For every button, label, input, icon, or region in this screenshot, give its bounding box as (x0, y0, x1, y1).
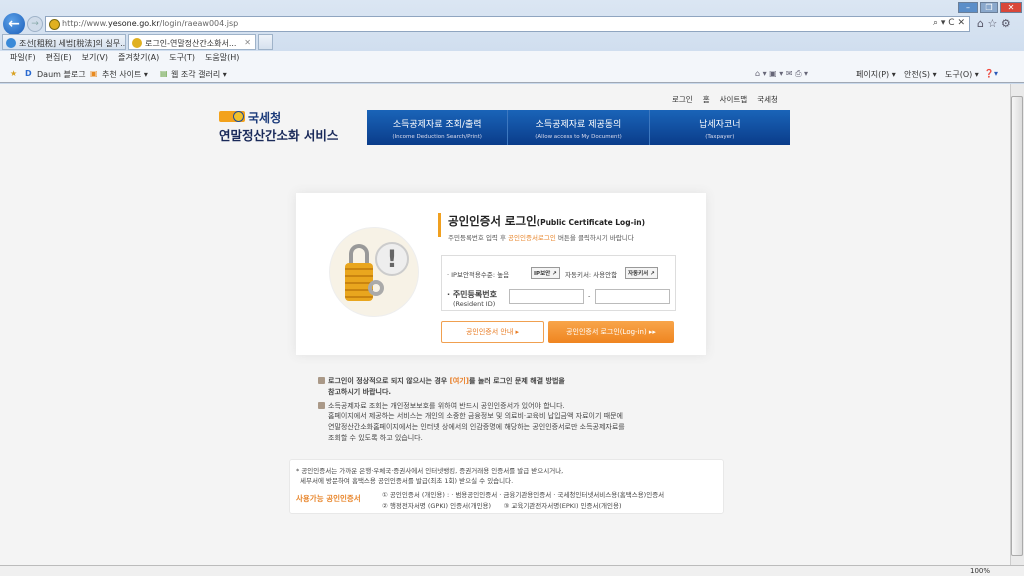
nav-income-deduction-search[interactable]: 소득공제자료 조회/출력 (Income Deduction Search/Pri… (367, 110, 509, 145)
menu-favorites[interactable]: 즐겨찾기(A) (118, 53, 159, 62)
nav-label: 소득공제자료 조회/출력 (392, 120, 482, 130)
keyboard-security-label: 자동키서: 사용안함 (565, 271, 618, 279)
menu-help[interactable]: 도움말(H) (205, 53, 239, 62)
menu-edit[interactable]: 편집(E) (46, 53, 72, 62)
note-privacy-l2: 홈페이지에서 제공하는 서비스는 개인의 소중한 금융정보 및 의료비·교육비 … (328, 412, 623, 420)
usable-certificates-2: ② 행정전자서명 (GPKI) 인증서(개인용) ③ 교육기관전자서명(EPKI… (382, 502, 622, 510)
cmd-tools[interactable]: 도구(O) ▾ (945, 69, 979, 80)
fav-suggested-sites[interactable]: 추천 사이트 ▾ (102, 69, 148, 80)
note-privacy-l4: 조회할 수 있도록 하고 있습니다. (328, 434, 423, 442)
nav-label: 소득공제자료 제공동의 (535, 120, 622, 130)
minimize-button[interactable]: – (958, 2, 978, 13)
help-icon[interactable]: ❓▾ (984, 69, 998, 78)
link-home[interactable]: 홈 (703, 95, 710, 104)
address-bar[interactable]: http://www.yesone.go.kr/login/raeaw004.j… (45, 16, 970, 32)
favorites-bar: ★ D Daum 블로그 ▣ 추천 사이트 ▾ ▤ 웹 조각 갤러리 ▾ ⌂ ▾… (0, 65, 1024, 83)
web-slice-icon: ▤ (160, 69, 168, 78)
certificate-login-button[interactable]: 공인인증서 로그인(Log-in) ▸▸ (548, 321, 674, 343)
tab-2-active[interactable]: 로그인-연말정산간소화서... ✕ (128, 34, 256, 50)
search-refresh-stop-icons[interactable]: ⌕ ▾ C ✕ (933, 18, 965, 28)
cmd-home-feed-mail-print-icons[interactable]: ⌂ ▾ ▣ ▾ ✉ ⎙ ▾ (755, 69, 808, 79)
info-line-2: 세무서에 방문하여 홈택스용 공인인증서를 발급(최초 1회) 받으실 수 있습… (300, 477, 514, 485)
keyboard-security-button[interactable]: 자동키서 ↗ (625, 267, 658, 279)
resident-id-label-en: (Resident ID) (453, 300, 496, 308)
padlock-warning-icon: ! (329, 227, 419, 317)
tab-1[interactable]: 조선[租稅] 세법[稅法]의 실무... (2, 34, 126, 50)
resident-id-front-input[interactable] (509, 289, 584, 304)
resident-id-separator: - (588, 292, 591, 300)
cmd-page[interactable]: 페이지(P) ▾ (856, 69, 896, 80)
nav-label-en: (Taxpayer) (705, 134, 735, 140)
site-favicon-icon (49, 19, 60, 30)
favorites-star-icon[interactable]: ★ (10, 69, 17, 78)
resident-id-back-input[interactable] (595, 289, 670, 304)
site-favicon-icon (132, 38, 142, 48)
close-window-button[interactable]: ✕ (1000, 2, 1022, 13)
usable-certificates-1: ① 공인인증서 (개인용) : · 범용공인인증서 · 금융기관용인증서 · 국… (382, 491, 665, 499)
nav-label-en: (Allow access to My Document) (535, 134, 622, 140)
back-button[interactable]: ← (3, 13, 25, 35)
ie-icon (6, 38, 16, 48)
tab-label: 로그인-연말정산간소화서... (145, 39, 237, 48)
usable-certificates-label: 사용가능 공인인증서 (296, 494, 361, 503)
menu-view[interactable]: 보기(V) (82, 53, 108, 62)
note-login-trouble: 로그인이 정상적으로 되지 않으시는 경우 [여기]를 눌러 로그인 문제 해결… (318, 376, 565, 387)
cmd-safety[interactable]: 안전(S) ▾ (904, 69, 937, 80)
note-privacy-l3: 연말정산간소화홈페이지에서는 인터넷 상에서의 인감증명에 해당하는 공인인증서… (328, 423, 625, 431)
top-links: 로그인 홈 사이트맵 국세청 (672, 94, 788, 105)
nts-logo[interactable] (219, 111, 245, 122)
link-sitemap[interactable]: 사이트맵 (720, 95, 748, 104)
note-login-trouble-l2: 참고하시기 바랍니다. (328, 388, 392, 396)
certificate-info-box: * 공인인증서는 가까운 은행·우체국·증권사에서 인터넷뱅킹, 증권거래용 인… (289, 459, 724, 514)
login-desc: 주민등록번호 입력 후 공인인증서로그인 버튼을 클릭하시기 바랍니다 (448, 234, 634, 242)
certificate-guide-button[interactable]: 공인인증서 안내 ▸ (441, 321, 544, 343)
suggested-sites-icon: ▣ (90, 69, 98, 78)
nav-taxpayer[interactable]: 납세자코너 (Taxpayer) (650, 110, 790, 145)
zoom-level[interactable]: 100% (970, 567, 990, 575)
link-nts[interactable]: 국세청 (757, 95, 778, 104)
resident-id-label: · 주민등록번호 (447, 290, 497, 299)
close-tab-icon[interactable]: ✕ (244, 38, 251, 47)
ip-security-button[interactable]: IP보안 ↗ (531, 267, 560, 279)
forward-button[interactable]: → (27, 16, 43, 32)
here-link[interactable]: [여기] (450, 377, 469, 385)
agency-name: 국세청 (248, 111, 282, 125)
nav-label: 납세자코너 (699, 120, 741, 130)
login-title: 공인인증서 로그인(Public Certificate Log-in) (448, 214, 646, 228)
url-text: http://www.yesone.go.kr/login/raeaw004.j… (62, 19, 239, 28)
restore-button[interactable]: ❐ (980, 2, 998, 13)
bullet-icon (318, 402, 325, 409)
home-star-gear-icons[interactable]: ⌂ ☆ ⚙ (977, 17, 1011, 30)
status-bar: 100% (0, 565, 1024, 576)
scrollbar-thumb[interactable] (1011, 96, 1023, 556)
fav-daum-blog[interactable]: Daum 블로그 (37, 69, 86, 80)
menu-tools[interactable]: 도구(T) (169, 53, 195, 62)
fav-web-slice-gallery[interactable]: 웹 조각 갤러리 ▾ (171, 69, 227, 80)
tab-label: 조선[租稅] 세법[稅法]의 실무... (19, 39, 126, 48)
ip-security-label: · IP보안적용수준: 높음 (447, 271, 510, 279)
menu-file[interactable]: 파일(F) (10, 53, 36, 62)
main-nav: 소득공제자료 조회/출력 (Income Deduction Search/Pri… (367, 110, 790, 145)
service-name[interactable]: 연말정산간소화 서비스 (219, 125, 338, 144)
info-line-1: * 공인인증서는 가까운 은행·우체국·증권사에서 인터넷뱅킹, 증권거래용 인… (296, 467, 564, 475)
link-login[interactable]: 로그인 (672, 95, 693, 104)
menu-bar: 파일(F) 편집(E) 보기(V) 즐겨찾기(A) 도구(T) 도움말(H) (0, 51, 1024, 65)
bullet-icon (318, 377, 325, 384)
nav-label-en: (Income Deduction Search/Print) (392, 134, 482, 140)
daum-icon: D (25, 69, 32, 78)
login-title-block: 공인인증서 로그인(Public Certificate Log-in) 주민등… (438, 213, 646, 242)
new-tab-button[interactable] (258, 34, 273, 50)
nav-allow-access[interactable]: 소득공제자료 제공동의 (Allow access to My Document) (508, 110, 650, 145)
